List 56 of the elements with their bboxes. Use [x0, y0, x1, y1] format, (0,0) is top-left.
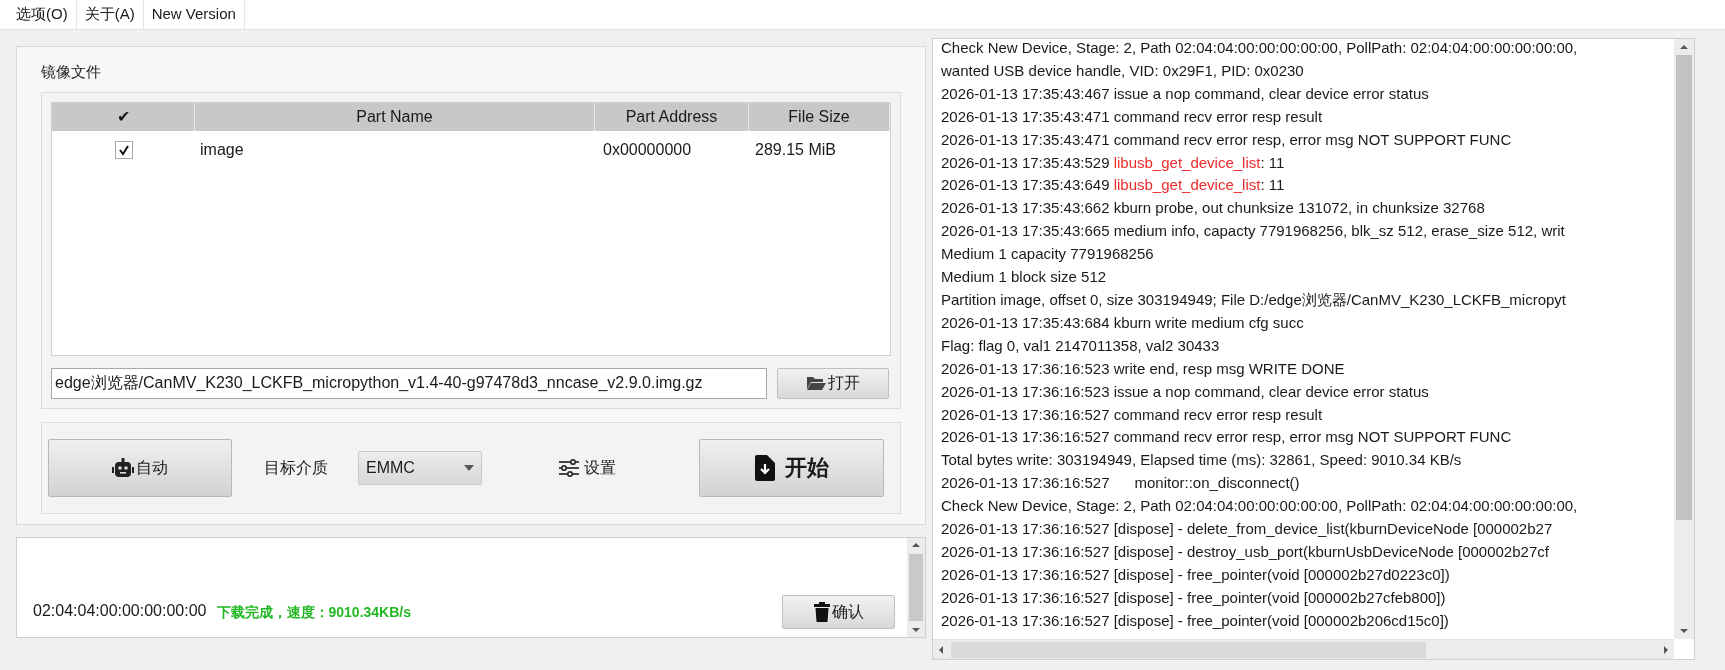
row-checkbox[interactable] — [114, 140, 133, 159]
trash-icon — [813, 601, 830, 622]
folder-icon — [806, 375, 826, 391]
menu-item[interactable]: 选项(O) — [8, 0, 77, 30]
log-line: 2026-01-13 17:36:16:527 command recv error resp result — [941, 404, 1323, 425]
device-path: 02:04:04:00:00:00:00:00 — [33, 600, 207, 621]
auto-button[interactable]: 自动 — [48, 438, 232, 497]
robot-icon — [112, 457, 134, 478]
log-line: 2026-01-13 17:36:16:527 [dispose] - free_pointer(void [000002b27d0223c0]) — [941, 564, 1450, 585]
table-cell-text: image — [199, 139, 245, 160]
file-path-field[interactable]: edge浏览器/CanMV_K230_LCKFB_micropython_v1.4-40-g97478d3_nncase_v2.9.0.img.gz — [51, 367, 767, 399]
log-line: 2026-01-13 17:36:16:523 write end, resp msg WRITE DONE — [941, 358, 1345, 379]
log-line: Check New Device, Stage: 2, Path 02:04:04:00:00:00:00:00, PollPath: 02:04:04:00:00:00:00:00, — [941, 496, 1578, 517]
log-line: 2026-01-13 17:36:16:523 issue a nop command, clear device error status — [941, 381, 1429, 402]
column-header[interactable]: ✔ — [52, 102, 195, 131]
vertical-scrollbar[interactable] — [907, 537, 925, 637]
log-line: 2026-01-13 17:36:16:527 [dispose] - free_pointer(void [000002b27cfeb800]) — [941, 587, 1446, 608]
log-line: 2026-01-13 17:36:16:527 [dispose] - free_pointer(void [000002b206cd15c0]) — [941, 610, 1449, 631]
log-line: 2026-01-13 17:35:43:529 libusb_get_device_list: 11 — [941, 152, 1285, 173]
file-download-icon — [754, 454, 775, 481]
log-line: Medium 1 capacity 7791968256 — [941, 244, 1154, 265]
column-header[interactable]: Part Address — [595, 102, 749, 131]
medium-dropdown[interactable]: EMMC — [358, 450, 482, 485]
log-line: 2026-01-13 17:35:43:649 libusb_get_device_list: 11 — [941, 175, 1285, 196]
log-line: 2026-01-13 17:35:43:662 kburn probe, out chunksize 131072, in chunksize 32768 — [941, 198, 1485, 219]
log-line: Flag: flag 0, val1 2147011358, val2 30433 — [941, 335, 1220, 356]
log-line: 2026-01-13 17:36:16:527 [dispose] - delete_from_device_list(kburnDeviceNode [000002b27 — [941, 519, 1553, 540]
settings-button[interactable]: 设置 — [558, 455, 616, 480]
group-title: 镜像文件 — [41, 62, 101, 82]
log-line: Total bytes write: 303194949, Elapsed time (ms): 32861, Speed: 9010.34 KB/s — [941, 450, 1462, 471]
column-header[interactable]: File Size — [749, 102, 890, 131]
log-line: 2026-01-13 17:36:16:527 monitor::on_disconnect() — [941, 473, 1300, 494]
log-line: 2026-01-13 17:35:43:684 kburn write medium cfg succ — [941, 312, 1304, 333]
log-line: 2026-01-13 17:35:43:471 command recv error resp result — [941, 106, 1323, 127]
log-line: Partition image, offset 0, size 303194949; File D:/edge浏览器/CanMV_K230_LCKFB_micropyt — [941, 289, 1567, 310]
menu-item[interactable]: 关于(A) — [76, 0, 144, 30]
log-line: 2026-01-13 17:35:43:467 issue a nop command, clear device error status — [941, 83, 1429, 104]
log-line: 2026-01-13 17:36:16:527 [dispose] - destroy_usb_port(kburnUsbDeviceNode [000002b27cf — [941, 541, 1549, 562]
log-line: 2026-01-13 17:36:16:527 command recv error resp, error msg NOT SUPPORT FUNC — [941, 427, 1512, 448]
table-cell-text: 0x00000000 — [602, 139, 693, 160]
log-line: Medium 1 block size 512 — [941, 267, 1107, 288]
log-line: Check New Device, Stage: 2, Path 02:04:04:00:00:00:00:00, PollPath: 02:04:04:00:00:00:00:00, — [941, 38, 1578, 58]
log-line: 2026-01-13 17:35:43:471 command recv error resp, error msg NOT SUPPORT FUNC — [941, 129, 1512, 150]
medium-label: 目标介质 — [264, 457, 328, 478]
sliders-icon — [558, 458, 580, 477]
log-line: 2026-01-13 17:35:43:665 medium info, capacty 7791968256, blk_sz 512, erase_size 512, writ — [941, 221, 1565, 242]
column-header[interactable]: Part Name — [195, 102, 595, 131]
confirm-button[interactable]: 确认 — [782, 594, 895, 629]
menu-item[interactable]: New Version — [143, 0, 245, 30]
status-message: 下载完成，速度：9010.34KB/s — [216, 602, 411, 622]
caret-icon — [464, 464, 474, 471]
start-button[interactable]: 开始 — [699, 438, 884, 497]
log-line: wanted USB device handle, VID: 0x29F1, PID: 0x0230 — [941, 60, 1304, 81]
check-icon — [117, 143, 130, 156]
open-button[interactable]: 打开 — [777, 367, 889, 399]
table-cell-text: 289.15 MiB — [754, 139, 837, 160]
